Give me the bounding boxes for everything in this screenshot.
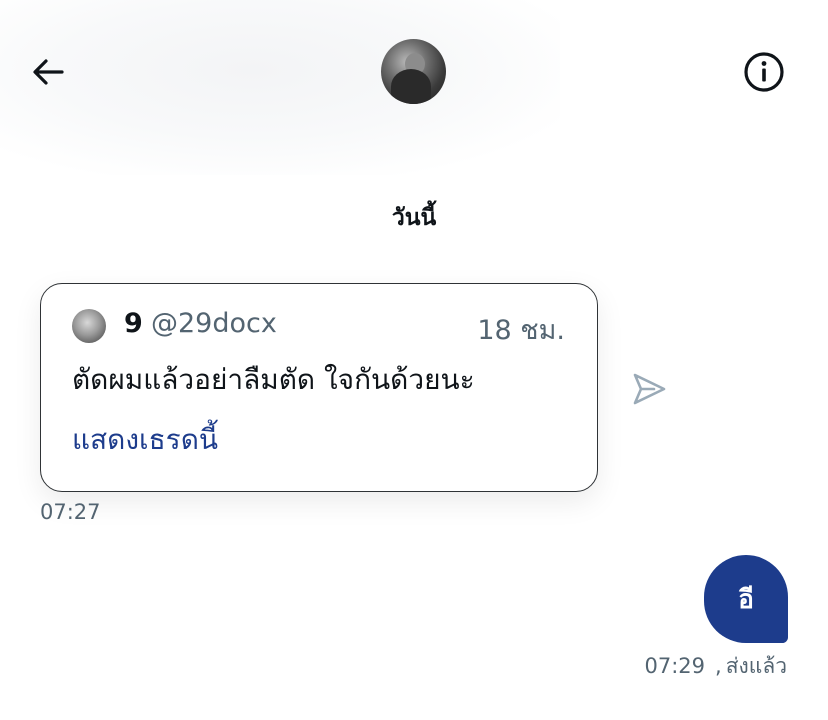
arrow-left-icon (33, 59, 64, 85)
sent-message-bubble[interactable]: อี (704, 555, 788, 643)
back-button[interactable] (22, 46, 74, 98)
sent-message-text: อี (738, 584, 754, 615)
avatar[interactable] (381, 39, 446, 104)
tweet-author-avatar (72, 309, 106, 343)
header-background (0, 0, 560, 175)
tweet-author-handle: @29docx (151, 308, 277, 339)
meta-separator: , (715, 654, 722, 678)
tweet-timestamp: 18 ชม. (477, 315, 565, 346)
shared-tweet-card[interactable]: 9 @29docx 18 ชม. ตัดผมแล้วอย่าลืมตัด ใจก… (40, 283, 598, 492)
tweet-text: ตัดผมแล้วอย่าลืมตัด ใจกันด้วยนะ (72, 363, 475, 396)
sent-message-time: 07:29 (644, 654, 706, 678)
sent-status: ส่งแล้ว (725, 654, 787, 678)
sent-message-meta: 07:29, ส่งแล้ว (645, 650, 788, 683)
send-icon (633, 373, 666, 405)
avatar-photo-detail (391, 69, 431, 104)
info-icon (744, 52, 784, 92)
share-button[interactable] (628, 368, 670, 410)
tweet-author-name: 9 (124, 308, 143, 339)
show-thread-link[interactable]: แสดงเธรดนี้ (72, 418, 218, 462)
date-separator: วันนี้ (391, 205, 437, 231)
received-message-time: 07:27 (40, 500, 101, 524)
info-button[interactable] (738, 46, 790, 98)
